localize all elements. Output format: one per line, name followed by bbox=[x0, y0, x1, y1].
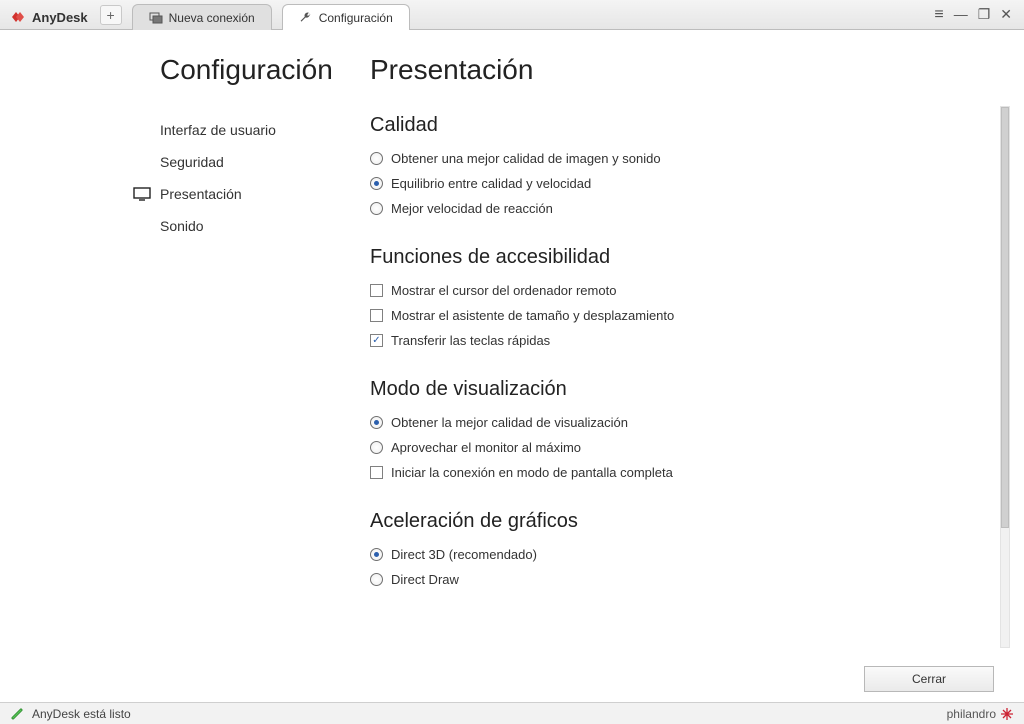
status-text: AnyDesk está listo bbox=[32, 707, 131, 721]
settings-content: Presentación Calidad Obtener una mejor c… bbox=[370, 54, 1024, 652]
checkbox-icon bbox=[370, 466, 383, 479]
content-title: Presentación bbox=[370, 54, 984, 86]
monitor-icon bbox=[132, 187, 152, 201]
quality-option-best[interactable]: Obtener una mejor calidad de imagen y so… bbox=[370, 151, 998, 166]
access-transfer-hotkeys[interactable]: ✓ Transferir las teclas rápidas bbox=[370, 333, 998, 348]
new-tab-button[interactable]: + bbox=[100, 5, 122, 25]
option-label: Mostrar el cursor del ordenador remoto bbox=[391, 283, 616, 298]
radio-icon bbox=[370, 416, 383, 429]
option-label: Direct 3D (recomendado) bbox=[391, 547, 537, 562]
tab-strip: AnyDesk + Nueva conexión Configuración ≡… bbox=[0, 0, 1024, 30]
view-best-quality[interactable]: Obtener la mejor calidad de visualizació… bbox=[370, 415, 998, 430]
option-label: Obtener la mejor calidad de visualizació… bbox=[391, 415, 628, 430]
section-heading-viewmode: Modo de visualización bbox=[370, 378, 998, 401]
radio-icon bbox=[370, 202, 383, 215]
radio-icon bbox=[370, 548, 383, 561]
tab-label: Configuración bbox=[319, 11, 393, 25]
scrollbar[interactable] bbox=[1000, 106, 1010, 648]
wrench-icon bbox=[299, 11, 313, 25]
option-label: Transferir las teclas rápidas bbox=[391, 333, 550, 348]
anydesk-logo-icon bbox=[10, 9, 26, 25]
gfx-directdraw[interactable]: Direct Draw bbox=[370, 572, 998, 587]
checkbox-icon: ✓ bbox=[370, 334, 383, 347]
window-controls: ≡ — ❐ ✕ bbox=[934, 7, 1020, 29]
radio-icon bbox=[370, 177, 383, 190]
footer-buttons: Cerrar bbox=[864, 666, 994, 692]
gfx-direct3d[interactable]: Direct 3D (recomendado) bbox=[370, 547, 998, 562]
checkbox-icon bbox=[370, 284, 383, 297]
section-heading-graphics: Aceleración de gráficos bbox=[370, 510, 998, 533]
status-ready-icon bbox=[10, 707, 24, 721]
nav-item-ui[interactable]: Interfaz de usuario bbox=[132, 114, 370, 146]
nav-item-presentation[interactable]: Presentación bbox=[132, 178, 370, 210]
view-start-fullscreen[interactable]: Iniciar la conexión en modo de pantalla … bbox=[370, 465, 998, 480]
vendor-logo-icon bbox=[1000, 707, 1014, 721]
access-show-assistant[interactable]: Mostrar el asistente de tamaño y desplaz… bbox=[370, 308, 998, 323]
app-name: AnyDesk bbox=[32, 10, 88, 25]
close-window-button[interactable]: ✕ bbox=[1000, 7, 1012, 23]
settings-nav: Configuración Interfaz de usuario Seguri… bbox=[0, 54, 370, 652]
settings-page: Configuración Interfaz de usuario Seguri… bbox=[0, 30, 1024, 702]
tab-settings[interactable]: Configuración bbox=[282, 4, 410, 30]
option-label: Mejor velocidad de reacción bbox=[391, 201, 553, 216]
option-label: Iniciar la conexión en modo de pantalla … bbox=[391, 465, 673, 480]
close-button[interactable]: Cerrar bbox=[864, 666, 994, 692]
app-badge: AnyDesk bbox=[4, 9, 98, 29]
minimize-button[interactable]: — bbox=[954, 7, 968, 23]
checkbox-icon bbox=[370, 309, 383, 322]
quality-option-balanced[interactable]: Equilibrio entre calidad y velocidad bbox=[370, 176, 998, 191]
status-bar: AnyDesk está listo philandro bbox=[0, 702, 1024, 724]
nav-label: Presentación bbox=[160, 186, 242, 202]
settings-title: Configuración bbox=[160, 54, 370, 86]
tab-label: Nueva conexión bbox=[169, 11, 255, 25]
option-label: Obtener una mejor calidad de imagen y so… bbox=[391, 151, 661, 166]
scrollbar-thumb[interactable] bbox=[1001, 107, 1009, 528]
settings-scroll-area: Calidad Obtener una mejor calidad de ima… bbox=[370, 106, 998, 652]
section-heading-quality: Calidad bbox=[370, 114, 998, 137]
vendor-brand: philandro bbox=[947, 707, 1014, 721]
tab-new-connection[interactable]: Nueva conexión bbox=[132, 4, 272, 30]
option-label: Mostrar el asistente de tamaño y desplaz… bbox=[391, 308, 674, 323]
nav-item-security[interactable]: Seguridad bbox=[132, 146, 370, 178]
view-use-full-monitor[interactable]: Aprovechar el monitor al máximo bbox=[370, 440, 998, 455]
option-label: Equilibrio entre calidad y velocidad bbox=[391, 176, 591, 191]
radio-icon bbox=[370, 152, 383, 165]
nav-item-sound[interactable]: Sonido bbox=[132, 210, 370, 242]
nav-label: Sonido bbox=[160, 218, 204, 234]
hamburger-menu-icon[interactable]: ≡ bbox=[934, 7, 943, 23]
section-heading-accessibility: Funciones de accesibilidad bbox=[370, 246, 998, 269]
radio-icon bbox=[370, 441, 383, 454]
new-connection-icon bbox=[149, 11, 163, 25]
quality-option-speed[interactable]: Mejor velocidad de reacción bbox=[370, 201, 998, 216]
maximize-button[interactable]: ❐ bbox=[978, 7, 991, 23]
access-show-cursor[interactable]: Mostrar el cursor del ordenador remoto bbox=[370, 283, 998, 298]
vendor-name: philandro bbox=[947, 707, 996, 721]
option-label: Direct Draw bbox=[391, 572, 459, 587]
nav-label: Interfaz de usuario bbox=[160, 122, 276, 138]
radio-icon bbox=[370, 573, 383, 586]
option-label: Aprovechar el monitor al máximo bbox=[391, 440, 581, 455]
nav-label: Seguridad bbox=[160, 154, 224, 170]
